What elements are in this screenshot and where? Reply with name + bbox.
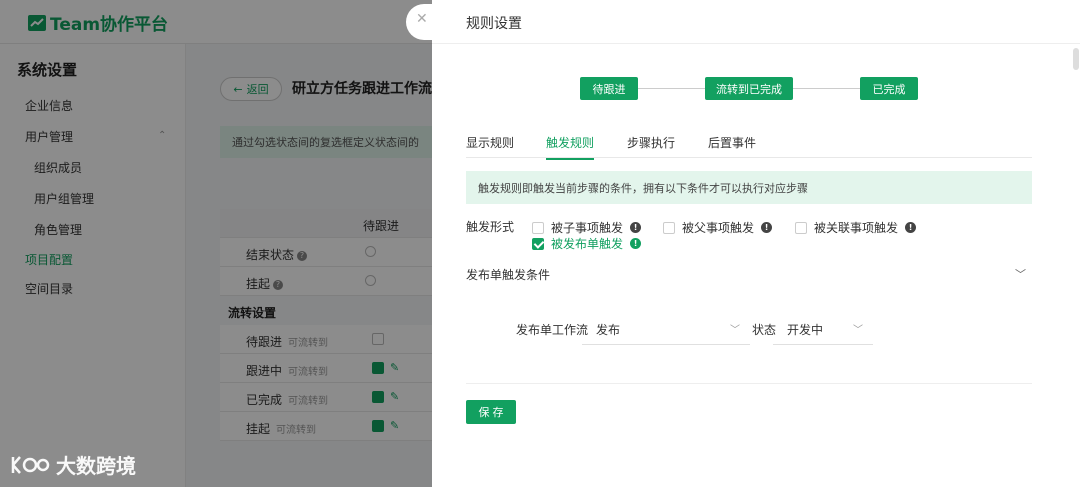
trigger-parent-item-checkbox[interactable]: 被父事项触发 ! [663, 219, 773, 236]
watermark-logo-icon [11, 455, 50, 474]
close-icon[interactable]: ✕ [416, 11, 428, 27]
scrollbar[interactable] [1072, 44, 1080, 487]
info-icon: ! [630, 238, 642, 249]
checkbox-box[interactable] [795, 221, 807, 234]
tab-trigger-rules[interactable]: 触发规则 [546, 134, 595, 160]
step-pending[interactable]: 待跟进 [580, 77, 638, 100]
save-button[interactable]: 保 存 [466, 400, 516, 424]
tab-step-execution[interactable]: 步骤执行 [627, 134, 675, 158]
info-icon: ! [630, 222, 642, 233]
trigger-info-box: 触发规则即触发当前步骤的条件，拥有以下条件才可以执行对应步骤 [466, 171, 1032, 204]
checkbox-box[interactable] [663, 221, 675, 234]
tab-display-rules[interactable]: 显示规则 [466, 134, 514, 158]
workflow-field-label: 发布单工作流 [516, 323, 589, 337]
trigger-child-item-checkbox[interactable]: 被子事项触发 ! [532, 219, 642, 236]
checkbox-box-checked[interactable] [532, 237, 544, 250]
step-connector [793, 88, 860, 89]
workflow-select[interactable]: 发布 ﹀ [582, 313, 750, 345]
trigger-linked-item-checkbox[interactable]: 被关联事项触发 ! [795, 219, 917, 236]
release-condition-title: 发布单触发条件 [466, 268, 551, 282]
checkbox-box[interactable] [532, 221, 544, 234]
step-connector [638, 88, 705, 89]
rule-tabs: 显示规则 触发规则 步骤执行 后置事件 [466, 130, 1032, 160]
step-transition[interactable]: 流转到已完成 [705, 77, 793, 100]
divider [466, 383, 1032, 384]
chevron-down-icon: ﹀ [730, 325, 740, 336]
tab-post-events[interactable]: 后置事件 [708, 134, 756, 158]
chevron-down-icon[interactable]: ﹀ [1015, 266, 1026, 282]
release-condition-collapse[interactable]: 发布单触发条件 ﹀ [466, 266, 1032, 284]
trigger-release-checkbox[interactable]: 被发布单触发 ! [532, 235, 642, 252]
status-select[interactable]: 开发中 ﹀ [773, 313, 873, 345]
drawer-title: 规则设置 [466, 16, 522, 32]
workflow-steps: 待跟进 流转到已完成 已完成 [580, 77, 920, 100]
chevron-down-icon: ﹀ [853, 325, 863, 336]
trigger-form-label: 触发形式 [466, 220, 515, 234]
drawer-header: 规则设置 [432, 0, 1080, 44]
info-icon: ! [905, 222, 917, 233]
info-icon: ! [761, 222, 773, 233]
watermark: 大数跨境 [10, 450, 136, 479]
step-completed[interactable]: 已完成 [860, 77, 918, 100]
rule-settings-drawer: 规则设置 待跟进 流转到已完成 已完成 显示规则 触发规则 步骤执行 后置事件 … [432, 0, 1080, 487]
